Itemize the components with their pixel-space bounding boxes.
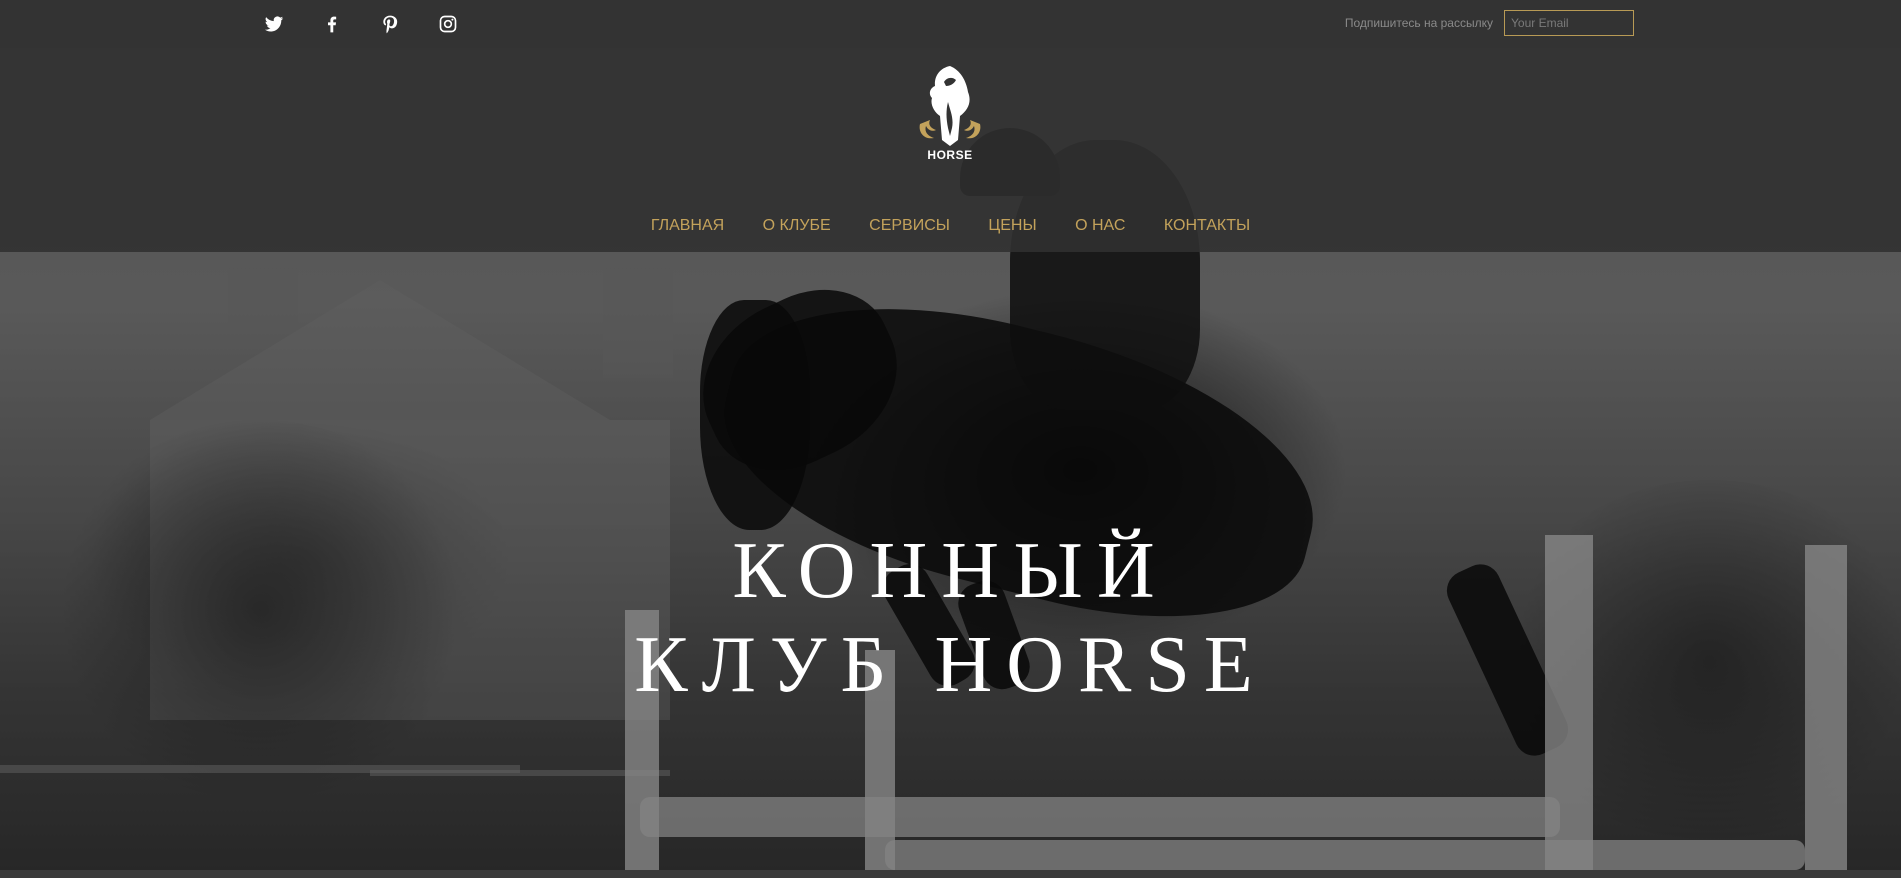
nav-item-prices[interactable]: ЦЕНЫ xyxy=(988,217,1036,235)
top-bar: Подпишитесь на рассылку xyxy=(0,0,1901,48)
nav-item-services[interactable]: СЕРВИСЫ xyxy=(869,217,950,235)
subscribe-label: Подпишитесь на рассылку xyxy=(1344,16,1493,30)
logo-text: HORSE xyxy=(927,148,973,162)
instagram-icon[interactable] xyxy=(436,12,460,36)
hero-title: КОННЫЙ КЛУБ HORSE xyxy=(0,524,1901,712)
nav-item-about-us[interactable]: О НАС xyxy=(1075,217,1125,235)
facebook-icon[interactable] xyxy=(320,12,344,36)
horse-logo-icon[interactable] xyxy=(910,62,990,162)
nav-item-contacts[interactable]: КОНТАКТЫ xyxy=(1164,217,1250,235)
hero-title-line-2: КЛУБ HORSE xyxy=(634,620,1267,709)
pinterest-icon[interactable] xyxy=(378,12,402,36)
main-nav: ГЛАВНАЯ О КЛУБЕ СЕРВИСЫ ЦЕНЫ О НАС КОНТА… xyxy=(0,217,1901,235)
hero-title-line-1: КОННЫЙ xyxy=(732,526,1169,615)
bottom-strip xyxy=(0,870,1901,878)
nav-item-home[interactable]: ГЛАВНАЯ xyxy=(651,217,724,235)
nav-item-about-club[interactable]: О КЛУБЕ xyxy=(763,217,831,235)
twitter-icon[interactable] xyxy=(262,12,286,36)
email-field[interactable] xyxy=(1504,10,1634,36)
